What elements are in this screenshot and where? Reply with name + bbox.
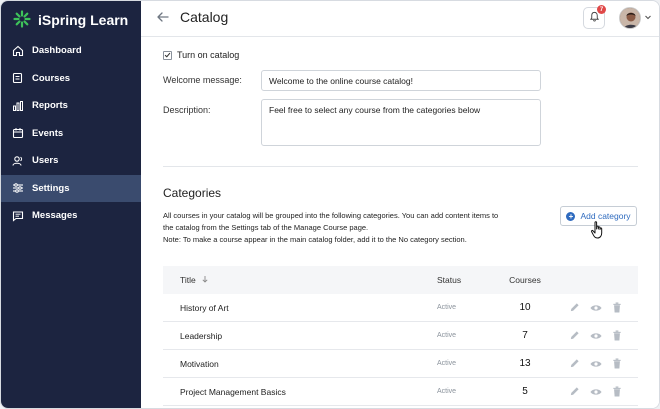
category-title: Motivation [180, 358, 219, 369]
table-row[interactable]: Motivation Active 13 [163, 350, 638, 378]
table-row[interactable]: History of Art Active 10 [163, 294, 638, 322]
hand-cursor-icon [590, 220, 606, 243]
category-title: Leadership [180, 330, 223, 341]
users-icon [12, 155, 24, 167]
calendar-icon [12, 127, 24, 139]
main-panel: Catalog 7 Turn on catalog Welcome messag… [141, 1, 659, 408]
back-arrow-icon[interactable] [156, 10, 170, 24]
column-title[interactable]: Title [163, 275, 420, 285]
column-title-label: Title [180, 275, 196, 285]
delete-trash-icon[interactable] [610, 385, 623, 398]
divider [163, 166, 638, 167]
notifications-button[interactable]: 7 [583, 5, 606, 29]
courses-icon [12, 72, 24, 84]
edit-pencil-icon[interactable] [568, 329, 581, 342]
delete-trash-icon[interactable] [610, 301, 623, 314]
table-header: Title Status Courses [163, 266, 638, 294]
sidebar-item-dashboard[interactable]: Dashboard [1, 37, 141, 65]
category-course-count: 5 [522, 386, 528, 397]
category-course-count: 13 [519, 358, 531, 369]
row-actions [560, 385, 638, 398]
edit-pencil-icon[interactable] [568, 385, 581, 398]
category-status: Active [437, 332, 457, 339]
category-status: Active [437, 304, 457, 311]
plus-icon: + [566, 211, 576, 221]
category-status: Active [437, 360, 457, 367]
sidebar-item-label: Events [32, 127, 64, 139]
sidebar-item-events[interactable]: Events [1, 120, 141, 148]
sidebar-item-messages[interactable]: Messages [1, 202, 141, 230]
sidebar-nav: Dashboard Courses Reports Events Users S… [1, 37, 141, 230]
catalog-settings: Turn on catalog Welcome message: Welcome… [141, 37, 659, 408]
view-eye-icon[interactable] [589, 357, 602, 370]
column-status: Status [437, 275, 462, 285]
description-label: Description: [163, 105, 211, 115]
categories-desc-line: All courses in your catalog will be grou… [163, 211, 499, 220]
row-actions [560, 357, 638, 370]
sidebar-item-label: Courses [32, 72, 71, 84]
avatar [619, 7, 641, 29]
app-window: iSpring Learn Dashboard Courses Reports [0, 0, 660, 409]
table-row[interactable]: Leadership Active 7 [163, 322, 638, 350]
sidebar: iSpring Learn Dashboard Courses Reports [1, 1, 141, 408]
sidebar-item-courses[interactable]: Courses [1, 65, 141, 93]
reports-icon [12, 100, 24, 112]
category-title: Project Management Basics [180, 386, 286, 397]
categories-desc-line: the catalog from the Settings tab of the… [163, 223, 369, 232]
row-actions [560, 329, 638, 342]
sidebar-item-users[interactable]: Users [1, 147, 141, 175]
catalog-toggle[interactable]: Turn on catalog [163, 50, 239, 60]
categories-title: Categories [163, 186, 222, 200]
sort-arrow-icon [201, 275, 209, 285]
welcome-message-input[interactable]: Welcome to the online course catalog! [261, 70, 541, 91]
table-row[interactable]: Project Management Basics Active 5 [163, 378, 638, 406]
category-course-count: 7 [522, 330, 528, 341]
categories-table: Title Status Courses History of Art Acti… [163, 266, 638, 406]
home-icon [12, 45, 24, 57]
delete-trash-icon[interactable] [610, 357, 623, 370]
catalog-checkbox-label: Turn on catalog [177, 50, 240, 60]
ispring-logo-icon [13, 9, 31, 31]
category-status: Active [437, 388, 457, 395]
sidebar-item-reports[interactable]: Reports [1, 92, 141, 120]
page-title: Catalog [180, 9, 229, 25]
view-eye-icon[interactable] [589, 329, 602, 342]
sidebar-item-label: Dashboard [32, 45, 82, 57]
view-eye-icon[interactable] [589, 301, 602, 314]
catalog-checkbox[interactable] [163, 50, 172, 60]
delete-trash-icon[interactable] [610, 329, 623, 342]
topbar: Catalog 7 [141, 1, 659, 37]
sidebar-item-label: Users [32, 155, 59, 167]
sidebar-item-label: Messages [32, 210, 78, 222]
categories-desc-line: Note: To make a course appear in the mai… [163, 235, 467, 244]
user-menu[interactable] [619, 7, 652, 29]
welcome-message-label: Welcome message: [163, 75, 242, 85]
view-eye-icon[interactable] [589, 385, 602, 398]
logo[interactable]: iSpring Learn [13, 9, 129, 31]
app-name: iSpring Learn [38, 12, 129, 28]
edit-pencil-icon[interactable] [568, 301, 581, 314]
category-title: History of Art [180, 302, 229, 313]
column-courses: Courses [509, 275, 541, 285]
categories-description: All courses in your catalog will be grou… [163, 210, 538, 246]
edit-pencil-icon[interactable] [568, 357, 581, 370]
messages-icon [12, 210, 24, 222]
sidebar-item-settings[interactable]: Settings [1, 174, 141, 202]
description-textarea[interactable]: Feel free to select any course from the … [261, 99, 541, 146]
sidebar-item-label: Settings [32, 182, 70, 194]
settings-icon [12, 182, 24, 194]
chevron-down-icon [644, 12, 652, 24]
row-actions [560, 301, 638, 314]
sidebar-item-label: Reports [32, 100, 68, 112]
category-course-count: 10 [519, 302, 531, 313]
notification-badge: 7 [597, 5, 606, 14]
